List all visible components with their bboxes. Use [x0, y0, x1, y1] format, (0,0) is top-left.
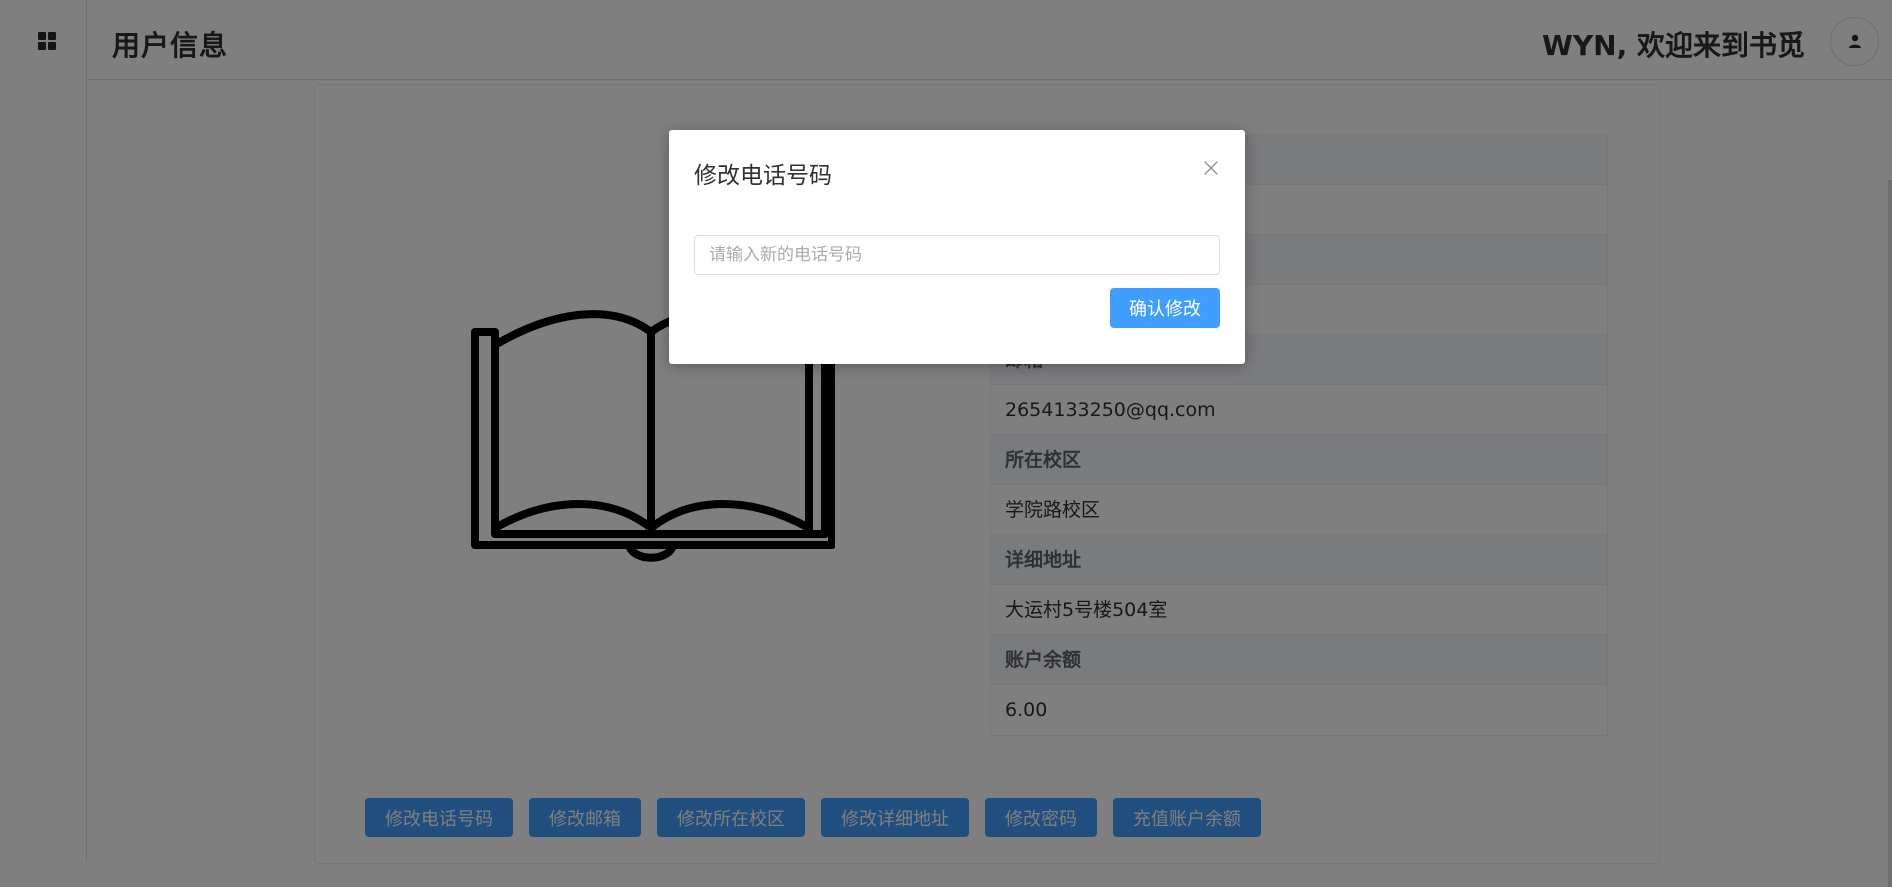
- confirm-button[interactable]: 确认修改: [1110, 288, 1220, 328]
- phone-input[interactable]: [694, 235, 1220, 275]
- scrollbar[interactable]: [1888, 0, 1892, 887]
- close-icon[interactable]: [1203, 160, 1219, 176]
- scrollbar-thumb[interactable]: [1888, 180, 1892, 887]
- dialog-title: 修改电话号码: [694, 163, 832, 189]
- edit-phone-dialog: 修改电话号码 确认修改: [669, 130, 1245, 364]
